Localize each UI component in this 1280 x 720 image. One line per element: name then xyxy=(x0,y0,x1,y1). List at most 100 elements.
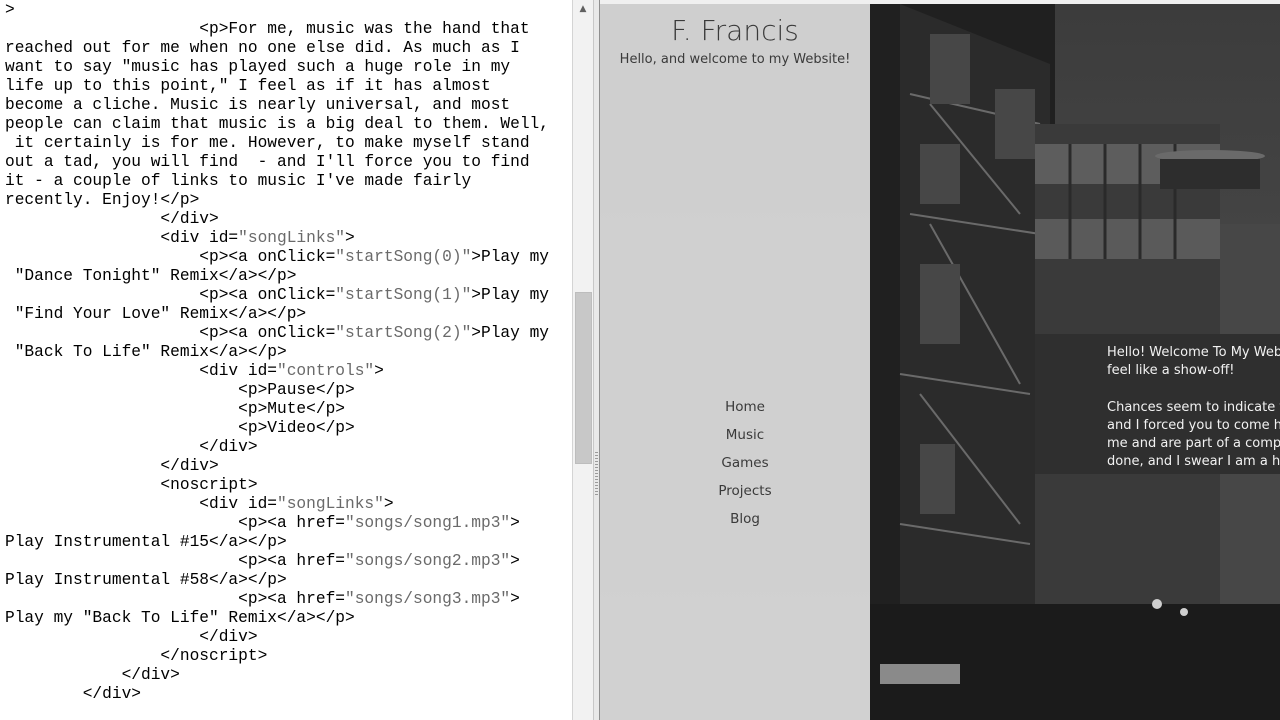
nav-music[interactable]: Music xyxy=(600,425,890,453)
code-line[interactable]: </div> xyxy=(5,210,568,229)
code-line[interactable]: </div> xyxy=(5,685,568,704)
code-token: <p>Video</p> xyxy=(5,419,355,437)
welcome-text: Hello! Welcome To My Webs feel like a sh… xyxy=(1107,344,1280,490)
welcome-line: Chances seem to indicate tha xyxy=(1107,399,1280,415)
code-token: <div id= xyxy=(5,229,239,247)
code-token: <div id= xyxy=(5,362,277,380)
code-token: > xyxy=(5,1,15,19)
code-line[interactable]: life up to this point," I feel as if it … xyxy=(5,77,568,96)
code-token: </noscript> xyxy=(5,647,268,665)
code-line[interactable]: <div id="controls"> xyxy=(5,362,568,381)
site-nav: Home Music Games Projects Blog xyxy=(600,397,890,537)
site-sidebar: F. Francis Hello, and welcome to my Webs… xyxy=(600,4,870,720)
code-token: > xyxy=(510,552,520,570)
code-token: "Back To Life" Remix</a></p> xyxy=(5,343,287,361)
code-line[interactable]: <div id="songLinks"> xyxy=(5,229,568,248)
code-token: </div> xyxy=(5,457,219,475)
code-token: </div> xyxy=(5,628,258,646)
code-token: > xyxy=(510,590,520,608)
website-preview: F. Francis Hello, and welcome to my Webs… xyxy=(600,4,1280,720)
code-editor[interactable]: > <p>For me, music was the hand that reac… xyxy=(0,0,573,720)
code-line[interactable]: out a tad, you will find - and I'll forc… xyxy=(5,153,568,172)
code-token: reached out for me when no one else did.… xyxy=(5,39,520,57)
code-line[interactable]: people can claim that music is a big dea… xyxy=(5,115,568,134)
code-line[interactable]: </div> xyxy=(5,666,568,685)
code-token: >Play my xyxy=(471,286,549,304)
code-line[interactable]: <p><a onClick="startSong(2)">Play my xyxy=(5,324,568,343)
code-string-token: "controls" xyxy=(277,362,375,380)
code-line[interactable]: <p>For me, music was the hand that xyxy=(5,20,568,39)
code-string-token: "songLinks" xyxy=(238,229,345,247)
code-line[interactable]: "Find Your Love" Remix</a></p> xyxy=(5,305,568,324)
code-line[interactable]: want to say "music has played such a hug… xyxy=(5,58,568,77)
code-token: Play Instrumental #58</a></p> xyxy=(5,571,287,589)
code-token: become a cliche. Music is nearly univers… xyxy=(5,96,511,114)
code-string-token: "startSong(0)" xyxy=(335,248,472,266)
code-token: > xyxy=(374,362,384,380)
code-string-token: "songs/song3.mp3" xyxy=(345,590,511,608)
code-line[interactable]: reached out for me when no one else did.… xyxy=(5,39,568,58)
code-string-token: "songs/song2.mp3" xyxy=(345,552,511,570)
code-line[interactable]: <p><a onClick="startSong(1)">Play my xyxy=(5,286,568,305)
splitter-grip-icon[interactable] xyxy=(595,452,598,496)
welcome-line: and I forced you to come he xyxy=(1107,417,1280,433)
code-line[interactable]: <noscript> xyxy=(5,476,568,495)
code-token: <p>Mute</p> xyxy=(5,400,345,418)
editor-vertical-scrollbar[interactable]: ▲ xyxy=(573,0,593,720)
code-line[interactable]: > xyxy=(5,1,568,20)
code-line[interactable]: <p><a href="songs/song2.mp3"> xyxy=(5,552,568,571)
code-line[interactable]: Play Instrumental #58</a></p> xyxy=(5,571,568,590)
code-line[interactable]: it certainly is for me. However, to make… xyxy=(5,134,568,153)
pane-splitter[interactable] xyxy=(593,0,600,720)
code-line[interactable]: </div> xyxy=(5,628,568,647)
code-line[interactable]: </div> xyxy=(5,457,568,476)
code-token: Play my "Back To Life" Remix</a></p> xyxy=(5,609,355,627)
code-line[interactable]: "Back To Life" Remix</a></p> xyxy=(5,343,568,362)
code-line[interactable]: <p>Pause</p> xyxy=(5,381,568,400)
code-token: it - a couple of links to music I've mad… xyxy=(5,172,472,190)
code-line[interactable]: recently. Enjoy!</p> xyxy=(5,191,568,210)
code-string-token: "songLinks" xyxy=(277,495,384,513)
code-token: <p><a href= xyxy=(5,552,345,570)
nav-games[interactable]: Games xyxy=(600,453,890,481)
code-token: <p><a onClick= xyxy=(5,286,336,304)
code-line[interactable]: become a cliche. Music is nearly univers… xyxy=(5,96,568,115)
code-token: people can claim that music is a big dea… xyxy=(5,115,549,133)
code-line[interactable]: it - a couple of links to music I've mad… xyxy=(5,172,568,191)
scroll-up-arrow-icon[interactable]: ▲ xyxy=(573,0,593,18)
code-line[interactable]: <p><a href="songs/song1.mp3"> xyxy=(5,514,568,533)
code-token: <div id= xyxy=(5,495,277,513)
code-line[interactable]: </div> xyxy=(5,438,568,457)
code-token: </div> xyxy=(5,666,180,684)
code-line[interactable]: <p><a onClick="startSong(0)">Play my xyxy=(5,248,568,267)
code-string-token: "songs/song1.mp3" xyxy=(345,514,511,532)
code-line[interactable]: Play Instrumental #15</a></p> xyxy=(5,533,568,552)
code-token: <p><a onClick= xyxy=(5,324,336,342)
code-line[interactable]: <p><a href="songs/song3.mp3"> xyxy=(5,590,568,609)
code-line[interactable]: <p>Video</p> xyxy=(5,419,568,438)
code-line[interactable]: Play my "Back To Life" Remix</a></p> xyxy=(5,609,568,628)
code-token: Play Instrumental #15</a></p> xyxy=(5,533,287,551)
code-token: "Find Your Love" Remix</a></p> xyxy=(5,305,307,323)
code-line[interactable]: <p>Mute</p> xyxy=(5,400,568,419)
code-token: recently. Enjoy!</p> xyxy=(5,191,200,209)
nav-home[interactable]: Home xyxy=(600,397,890,425)
code-token: </div> xyxy=(5,210,219,228)
welcome-line: feel like a show-off! xyxy=(1107,363,1235,379)
code-token: > xyxy=(383,495,394,513)
code-token: life up to this point," I feel as if it … xyxy=(5,77,491,95)
code-token: it certainly is for me. However, to make… xyxy=(5,134,530,152)
code-token: <p>Pause</p> xyxy=(5,381,355,399)
code-line[interactable]: "Dance Tonight" Remix</a></p> xyxy=(5,267,568,286)
scrollbar-thumb[interactable] xyxy=(575,292,592,464)
code-token: <p><a href= xyxy=(5,514,345,532)
code-line[interactable]: <div id="songLinks"> xyxy=(5,495,568,514)
welcome-line: me and are part of a compa xyxy=(1107,436,1280,452)
code-token: "Dance Tonight" Remix</a></p> xyxy=(5,267,297,285)
code-line[interactable]: </noscript> xyxy=(5,647,568,666)
nav-blog[interactable]: Blog xyxy=(600,509,890,537)
code-token: </div> xyxy=(5,438,258,456)
nav-projects[interactable]: Projects xyxy=(600,481,890,509)
welcome-line: done, and I swear I am a har xyxy=(1107,454,1280,470)
code-text[interactable]: > <p>For me, music was the hand that reac… xyxy=(5,1,568,704)
